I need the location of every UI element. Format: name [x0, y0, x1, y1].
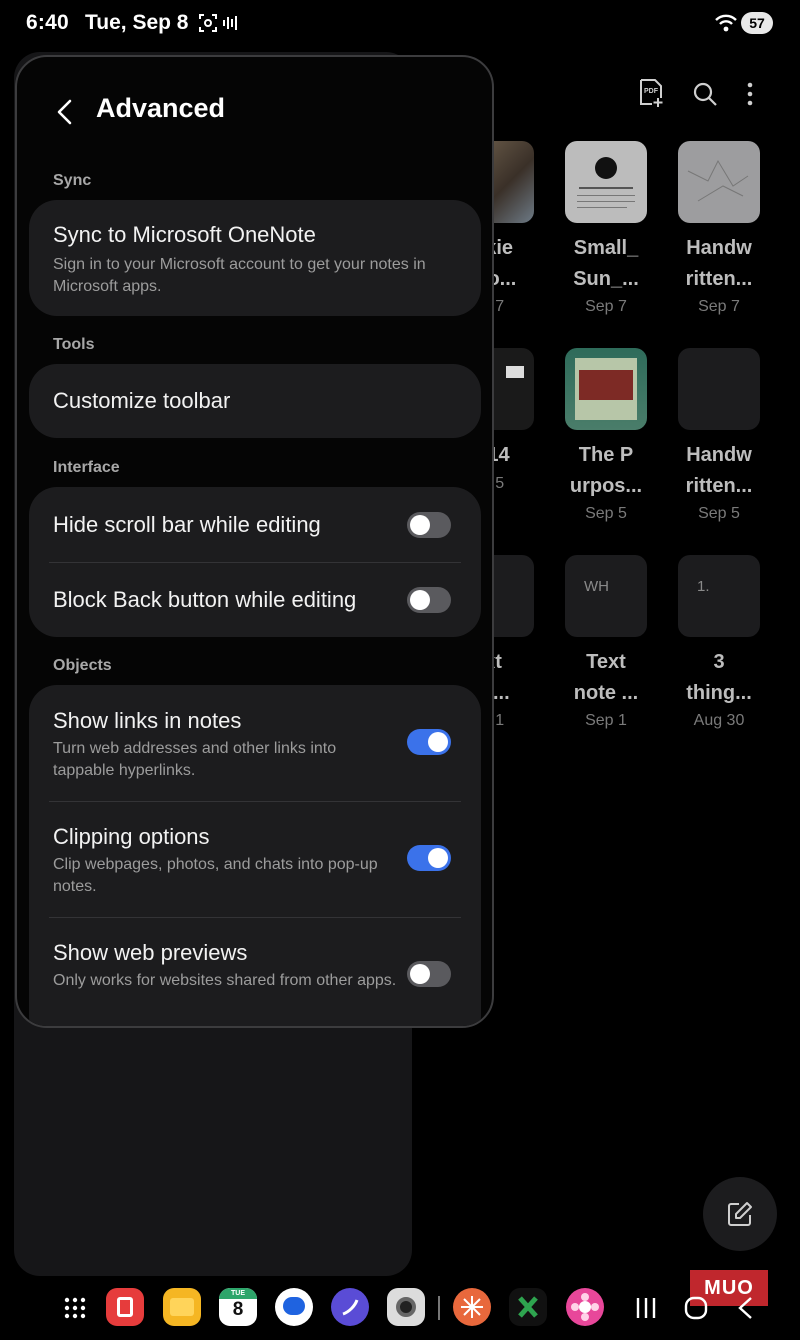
block-back-button-toggle[interactable] — [407, 587, 451, 613]
status-date: Tue, Sep 8 — [85, 11, 189, 34]
note-date: Sep 5 — [585, 505, 627, 522]
flipboard-app-icon[interactable] — [106, 1288, 144, 1326]
customize-toolbar-title: Customize toolbar — [53, 388, 231, 413]
show-links-row[interactable]: Show links in notes Turn web addresses a… — [29, 685, 481, 801]
show-web-previews-subtitle: Only works for websites shared from othe… — [53, 972, 397, 989]
sync-onenote-subtitle: Sign in to your Microsoft account to get… — [53, 256, 426, 295]
pdf-add-icon[interactable]: PDF — [638, 78, 664, 108]
calendar-date-label: 8 — [232, 1299, 244, 1320]
folder-app-icon[interactable] — [163, 1288, 201, 1326]
clipping-options-row[interactable]: Clipping options Clip webpages, photos, … — [29, 801, 481, 917]
hide-scroll-bar-row[interactable]: Hide scroll bar while editing — [29, 487, 481, 562]
note-preview-text: WH — [584, 578, 609, 595]
show-web-previews-toggle[interactable] — [407, 961, 451, 987]
clipping-options-title: Clipping options — [53, 824, 210, 849]
note-date: Sep 7 — [698, 298, 740, 315]
note-thumbnail — [678, 348, 760, 430]
note-date: Aug 30 — [693, 712, 745, 729]
show-links-subtitle: Turn web addresses and other links into … — [53, 740, 337, 779]
show-links-toggle[interactable] — [407, 729, 451, 755]
home-nav-icon[interactable] — [684, 1296, 708, 1320]
note-title-line1: The P — [578, 444, 634, 466]
block-back-button-title: Block Back button while editing — [53, 587, 357, 612]
hide-scroll-bar-toggle[interactable] — [407, 512, 451, 538]
clipping-options-subtitle: Clip webpages, photos, and chats into po… — [53, 856, 378, 895]
note-title-line2: Sun_... — [573, 268, 639, 290]
note-title-line2: thing... — [686, 682, 752, 704]
sound-wave-icon — [223, 16, 237, 30]
hide-scroll-bar-title: Hide scroll bar while editing — [53, 512, 321, 537]
section-header-sync: Sync — [53, 172, 92, 189]
screenshot-icon — [199, 14, 217, 32]
note-title-line1: Text — [586, 651, 626, 673]
show-links-title: Show links in notes — [53, 708, 242, 733]
camera-app-icon[interactable] — [387, 1288, 425, 1326]
sync-onenote-row[interactable]: Sync to Microsoft OneNote Sign in to you… — [29, 200, 481, 316]
note-thumbnail: 1. — [678, 555, 760, 637]
advanced-settings-panel: Advanced Sync Sync to Microsoft OneNote … — [15, 55, 494, 1028]
customize-toolbar-row[interactable]: Customize toolbar — [29, 364, 481, 438]
wifi-icon — [715, 14, 737, 32]
back-nav-icon[interactable] — [736, 1296, 754, 1320]
note-title-line2: ritten... — [685, 268, 753, 290]
recents-nav-icon[interactable] — [635, 1296, 657, 1320]
status-bar: 6:40 Tue, Sep 8 57 — [0, 0, 800, 50]
messages-app-icon[interactable] — [275, 1288, 313, 1326]
note-preview-text: 1. — [697, 578, 710, 595]
status-time: 6:40 — [26, 11, 69, 34]
block-back-button-row[interactable]: Block Back button while editing — [29, 562, 481, 637]
recent-app-icon[interactable] — [453, 1288, 491, 1326]
section-header-tools: Tools — [53, 336, 95, 353]
section-header-objects: Objects — [53, 657, 112, 674]
back-arrow-icon[interactable] — [51, 97, 81, 127]
show-web-previews-row[interactable]: Show web previews Only works for website… — [29, 917, 481, 1026]
calendar-day-label: TUE — [219, 1288, 257, 1299]
note-title-line2: note ... — [573, 682, 639, 704]
note-title-line1: Handw — [686, 444, 752, 466]
note-title-line2: ritten... — [685, 475, 753, 497]
browser-app-icon[interactable] — [331, 1288, 369, 1326]
app-drawer-icon[interactable] — [63, 1296, 87, 1320]
note-thumbnail — [678, 141, 760, 223]
battery-indicator: 57 — [741, 12, 773, 34]
note-thumbnail — [565, 141, 647, 223]
note-title-line2: urpos... — [569, 475, 643, 497]
note-title-line1: 3 — [713, 651, 725, 673]
search-icon[interactable] — [692, 81, 718, 107]
note-date: Sep 5 — [698, 505, 740, 522]
clipping-options-toggle[interactable] — [407, 845, 451, 871]
note-thumbnail: WH — [565, 555, 647, 637]
sync-group: Sync to Microsoft OneNote Sign in to you… — [29, 200, 481, 316]
gallery-app-icon[interactable] — [566, 1288, 604, 1326]
page-title: Advanced — [96, 93, 226, 123]
svg-text:PDF: PDF — [644, 88, 659, 95]
dock-divider — [438, 1296, 440, 1320]
sync-onenote-title: Sync to Microsoft OneNote — [53, 222, 316, 247]
more-options-icon[interactable] — [745, 82, 755, 106]
note-date: Sep 7 — [585, 298, 627, 315]
calendar-app-icon[interactable]: TUE 8 — [219, 1288, 257, 1326]
note-thumbnail — [565, 348, 647, 430]
compose-icon — [728, 1202, 752, 1226]
excel-app-icon[interactable] — [509, 1288, 547, 1326]
tools-group: Customize toolbar — [29, 364, 481, 438]
show-web-previews-title: Show web previews — [53, 940, 248, 965]
section-header-interface: Interface — [53, 459, 120, 476]
note-title-line1: Small_ — [573, 237, 639, 259]
interface-group: Hide scroll bar while editing Block Back… — [29, 487, 481, 637]
note-date: Sep 1 — [585, 712, 627, 729]
new-note-button[interactable] — [703, 1177, 777, 1251]
note-title-line1: Handw — [686, 237, 752, 259]
objects-group: Show links in notes Turn web addresses a… — [29, 685, 481, 1026]
